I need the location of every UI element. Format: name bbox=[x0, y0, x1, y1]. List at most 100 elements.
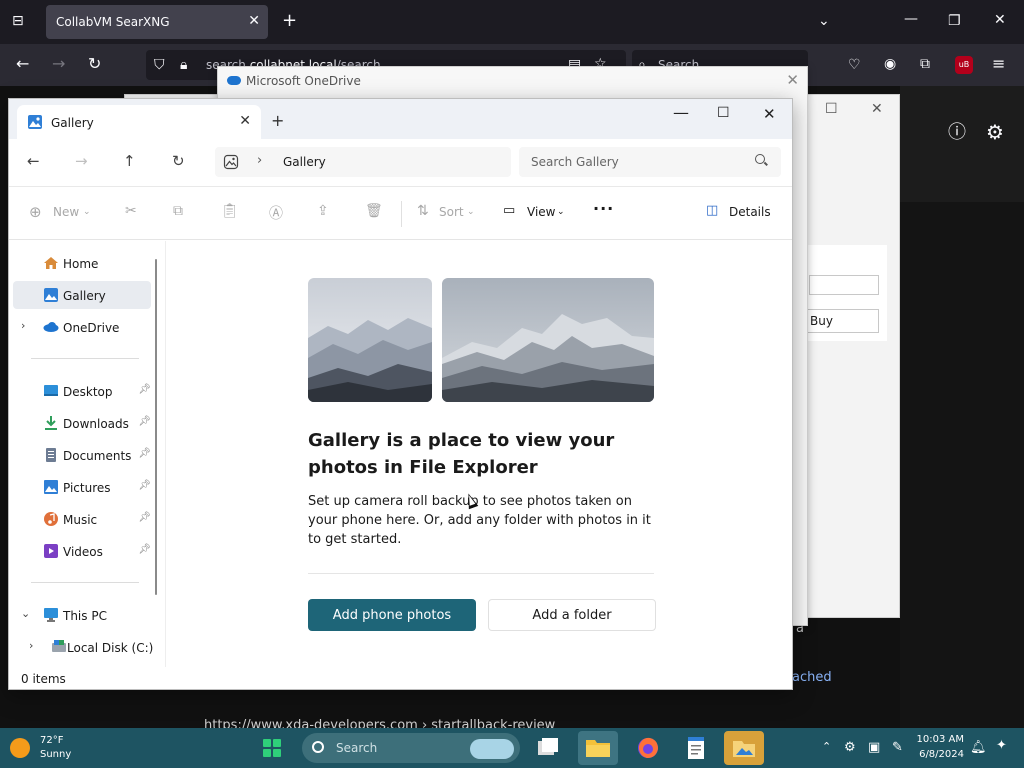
restore-icon[interactable]: ❐ bbox=[948, 14, 961, 28]
close-icon[interactable]: ✕ bbox=[871, 101, 883, 117]
network-icon[interactable]: ⚙︎ bbox=[844, 740, 856, 755]
back-icon[interactable]: ← bbox=[27, 152, 40, 170]
new-tab-icon[interactable]: + bbox=[282, 12, 297, 30]
sidebar-item-videos[interactable]: Videos 📌︎ bbox=[13, 537, 151, 565]
gallery-taskbar-button[interactable] bbox=[724, 731, 764, 765]
extensions-icon[interactable]: ⧉ bbox=[920, 57, 930, 71]
breadcrumb[interactable]: Gallery bbox=[283, 155, 326, 169]
sidebar-item-gallery[interactable]: Gallery bbox=[13, 281, 151, 309]
sun-icon[interactable] bbox=[10, 738, 30, 758]
pocket-icon[interactable]: ♡ bbox=[848, 58, 861, 72]
delete-icon[interactable]: 🗑︎ bbox=[365, 203, 383, 219]
minimize-icon[interactable]: — bbox=[673, 103, 689, 122]
document-icon bbox=[46, 448, 56, 462]
copilot-icon[interactable]: ✦ bbox=[996, 738, 1007, 753]
browser-tab[interactable]: CollabVM SearXNG ✕ bbox=[46, 5, 268, 39]
background-buy-button[interactable]: Buy bbox=[805, 309, 879, 333]
new-plus-icon[interactable]: ⊕ bbox=[29, 203, 42, 221]
close-window-icon[interactable]: ✕ bbox=[763, 105, 776, 123]
more-options-icon[interactable]: ··· bbox=[593, 199, 614, 218]
breadcrumb-chevron-icon[interactable]: › bbox=[257, 153, 262, 168]
windows-logo-icon bbox=[263, 739, 281, 757]
pin-icon[interactable]: 📌︎ bbox=[138, 512, 151, 523]
sidebar-item-desktop[interactable]: Desktop 📌︎ bbox=[13, 377, 151, 405]
pin-icon[interactable]: 📌︎ bbox=[138, 544, 151, 555]
pin-icon[interactable]: 📌︎ bbox=[138, 480, 151, 491]
background-link[interactable]: ached bbox=[792, 670, 832, 685]
sidebar-item-documents[interactable]: Documents 📌︎ bbox=[13, 441, 151, 469]
gear-icon[interactable]: ⚙ bbox=[986, 122, 1004, 142]
close-window-icon[interactable]: ✕ bbox=[994, 13, 1006, 27]
refresh-icon[interactable]: ↻ bbox=[172, 152, 185, 170]
new-button[interactable]: New bbox=[53, 205, 79, 219]
explorer-tab-gallery[interactable]: Gallery ✕ bbox=[17, 105, 261, 139]
weather-temperature[interactable]: 72°F bbox=[40, 735, 63, 746]
reload-icon[interactable]: ↻ bbox=[88, 56, 101, 72]
sidebar-item-music[interactable]: Music 📌︎ bbox=[13, 505, 151, 533]
add-phone-photos-button[interactable]: Add phone photos bbox=[308, 599, 476, 631]
close-tab-icon[interactable]: ✕ bbox=[248, 13, 260, 29]
sidebar-item-downloads[interactable]: Downloads 📌︎ bbox=[13, 409, 151, 437]
details-pane-icon[interactable]: ◫ bbox=[706, 203, 718, 218]
rename-icon[interactable]: Ⓐ bbox=[269, 203, 283, 223]
maximize-icon[interactable]: ☐ bbox=[717, 105, 730, 121]
back-icon[interactable]: ← bbox=[16, 56, 29, 72]
view-button[interactable]: View bbox=[527, 205, 555, 219]
maximize-icon[interactable]: ☐ bbox=[825, 101, 838, 117]
account-icon[interactable]: ◉ bbox=[884, 57, 896, 71]
pen-icon[interactable]: ✎ bbox=[892, 740, 903, 755]
sidebar-item-pictures[interactable]: Pictures 📌︎ bbox=[13, 473, 151, 501]
onedrive-cloud-icon bbox=[43, 322, 59, 332]
display-icon[interactable]: ▣ bbox=[868, 740, 880, 755]
address-bar[interactable]: › Gallery bbox=[215, 147, 511, 177]
file-explorer-taskbar-button[interactable] bbox=[578, 731, 618, 765]
ublock-icon[interactable]: uB bbox=[955, 56, 973, 74]
minimize-icon[interactable]: — bbox=[904, 12, 918, 26]
share-icon[interactable]: ⇪ bbox=[317, 203, 329, 219]
sort-button[interactable]: Sort bbox=[439, 205, 464, 219]
up-icon[interactable]: ↑ bbox=[123, 152, 136, 170]
view-icon[interactable]: ▭ bbox=[503, 203, 515, 218]
paste-icon[interactable]: 📋︎ bbox=[221, 203, 239, 219]
task-view-button[interactable] bbox=[528, 731, 568, 765]
info-icon[interactable]: ⓘ bbox=[948, 124, 966, 142]
chevron-up-icon[interactable]: ⌃ bbox=[822, 740, 831, 753]
new-tab-icon[interactable]: + bbox=[271, 111, 284, 130]
clock-time[interactable]: 10:03 AM bbox=[912, 734, 964, 745]
sidebar-item-home[interactable]: Home bbox=[13, 249, 151, 277]
pin-icon[interactable]: 📌︎ bbox=[138, 448, 151, 459]
pin-icon[interactable]: 📌︎ bbox=[138, 384, 151, 395]
firefox-taskbar-button[interactable] bbox=[628, 731, 668, 765]
onedrive-close-icon[interactable]: ✕ bbox=[786, 71, 799, 89]
tab-list-icon[interactable]: ⊟ bbox=[12, 14, 24, 28]
sidebar-item-this-pc[interactable]: ⌄ This PC bbox=[13, 601, 151, 629]
notepad-taskbar-button[interactable] bbox=[676, 731, 716, 765]
sidebar-item-local-disk[interactable]: › Local Disk (C:) bbox=[21, 633, 159, 661]
sort-icon[interactable]: ⇅ bbox=[417, 203, 429, 219]
chevron-down-icon[interactable]: ⌄ bbox=[21, 607, 30, 620]
cut-icon[interactable]: ✂ bbox=[125, 203, 137, 219]
chevron-down-icon[interactable]: ⌄ bbox=[818, 14, 830, 28]
pin-icon[interactable]: 📌︎ bbox=[138, 416, 151, 427]
chevron-right-icon[interactable]: › bbox=[29, 639, 33, 652]
taskbar-search[interactable]: Search bbox=[302, 733, 520, 763]
weather-condition[interactable]: Sunny bbox=[40, 749, 71, 760]
search-input[interactable] bbox=[519, 147, 781, 177]
add-a-folder-button[interactable]: Add a folder bbox=[488, 599, 656, 631]
close-tab-icon[interactable]: ✕ bbox=[239, 113, 251, 129]
details-button[interactable]: Details bbox=[729, 205, 771, 219]
chevron-down-icon: ⌄ bbox=[83, 207, 91, 217]
notification-bell-icon[interactable]: 🔔︎ bbox=[970, 740, 987, 755]
forward-icon[interactable]: → bbox=[75, 152, 88, 170]
shield-icon[interactable]: ⛉ bbox=[154, 58, 165, 72]
sidebar-item-onedrive[interactable]: › OneDrive bbox=[13, 313, 151, 341]
scrollbar[interactable] bbox=[155, 259, 157, 595]
menu-icon[interactable]: ≡ bbox=[992, 56, 1005, 72]
lock-icon[interactable]: 🔒︎ bbox=[180, 58, 187, 72]
clock-date[interactable]: 6/8/2024 bbox=[912, 749, 964, 760]
start-button[interactable] bbox=[252, 731, 292, 765]
copy-icon[interactable]: ⧉ bbox=[173, 203, 183, 219]
background-input[interactable] bbox=[809, 275, 879, 295]
chevron-right-icon[interactable]: › bbox=[21, 319, 25, 332]
forward-icon[interactable]: → bbox=[52, 56, 65, 72]
